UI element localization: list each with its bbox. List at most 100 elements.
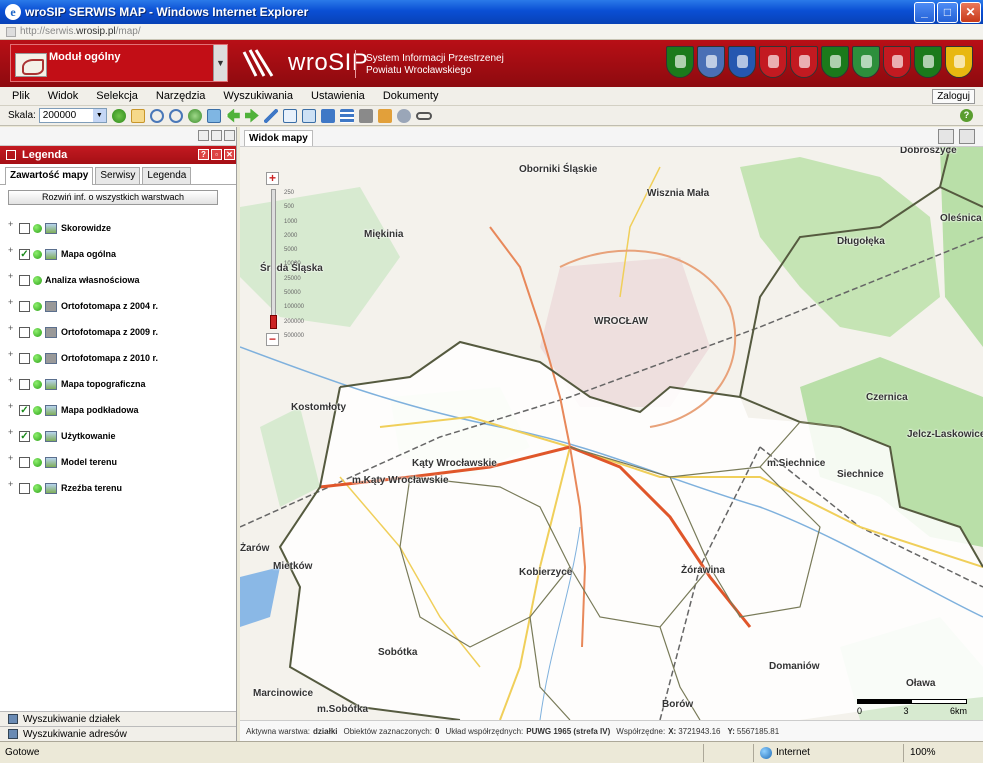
print-icon[interactable] <box>358 108 373 123</box>
layer-row[interactable]: + Skorowidze <box>0 215 236 241</box>
info-tool-icon[interactable] <box>111 108 126 123</box>
map-canvas[interactable]: Dobroszyce Oborniki Śląskie Wisznia Mała… <box>240 147 983 720</box>
x-value: 3721943.16 <box>678 726 721 736</box>
zoom-slider[interactable] <box>269 189 277 329</box>
help-icon[interactable]: ? <box>960 109 973 122</box>
layer-checkbox[interactable] <box>19 326 30 338</box>
menu-narzedzia[interactable]: Narzędzia <box>156 90 206 102</box>
expand-icon[interactable]: + <box>8 246 16 255</box>
minimize-button[interactable]: _ <box>914 1 935 23</box>
expand-icon[interactable]: + <box>8 454 16 463</box>
module-selector[interactable]: Moduł ogólny ▼ <box>10 44 228 82</box>
table-icon[interactable] <box>339 108 354 123</box>
expand-icon[interactable]: + <box>8 428 16 437</box>
select-rectangle-icon[interactable] <box>282 108 297 123</box>
tab-widok-mapy[interactable]: Widok mapy <box>244 130 313 146</box>
layer-status-icon <box>33 379 42 389</box>
zoom-window-icon[interactable] <box>206 108 221 123</box>
tab-serwisy[interactable]: Serwisy <box>95 167 141 184</box>
layer-row[interactable]: + ✓ Użytkowanie <box>0 423 236 449</box>
layer-row[interactable]: + ✓ Mapa podkładowa <box>0 397 236 423</box>
layer-checkbox[interactable] <box>19 456 30 468</box>
layer-checkbox[interactable] <box>19 352 30 364</box>
layer-checkbox[interactable] <box>19 378 30 390</box>
expand-icon[interactable]: + <box>8 376 16 385</box>
zoom-scale-label: 500000 <box>284 332 305 339</box>
tab-legenda[interactable]: Legenda <box>142 167 192 184</box>
browser-status-bar: Gotowe Internet 100% <box>0 741 983 763</box>
help-icon[interactable]: ? <box>198 149 209 160</box>
menu-selekcja[interactable]: Selekcja <box>96 90 138 102</box>
layer-row[interactable]: + ✓ Mapa ogólna <box>0 241 236 267</box>
x-label: X: <box>668 726 677 736</box>
chevron-down-icon[interactable]: ▼ <box>213 45 227 81</box>
expand-all-layers-button[interactable]: Rozwiń inf. o wszystkich warstwach <box>8 190 218 205</box>
expand-icon[interactable]: + <box>8 220 16 229</box>
layer-row[interactable]: + Rzeźba terenu <box>0 475 236 501</box>
address-search-panel[interactable]: Wyszukiwanie adresów <box>0 726 236 741</box>
place-label: Oleśnica <box>940 213 982 224</box>
expand-icon[interactable]: + <box>8 272 16 281</box>
layer-checkbox[interactable]: ✓ <box>19 430 30 442</box>
close-button[interactable]: ✕ <box>960 1 981 23</box>
zoom-scale-labels: 250 500 1000 2000 5000 10000 25000 50000 100000 2… <box>284 186 304 343</box>
login-button[interactable]: Zaloguj <box>932 89 975 104</box>
municipality-crests <box>666 46 973 78</box>
zoom-in-icon[interactable] <box>149 108 164 123</box>
forward-arrow-icon[interactable] <box>244 108 259 123</box>
measure-icon[interactable] <box>263 108 278 123</box>
layer-row[interactable]: + Mapa topograficzna <box>0 371 236 397</box>
layer-checkbox[interactable] <box>19 274 30 286</box>
layer-row[interactable]: + Ortofotomapa z 2004 r. <box>0 293 236 319</box>
clear-icon[interactable] <box>396 108 411 123</box>
expand-icon[interactable]: + <box>8 298 16 307</box>
layers-icon[interactable] <box>320 108 335 123</box>
layer-checkbox[interactable] <box>19 222 30 234</box>
legend-icon[interactable] <box>377 108 392 123</box>
menu-dokumenty[interactable]: Dokumenty <box>383 90 439 102</box>
menu-ustawienia[interactable]: Ustawienia <box>311 90 365 102</box>
comment-icon[interactable] <box>938 129 954 144</box>
maximize-button[interactable]: □ <box>937 1 958 23</box>
zoom-in-button[interactable]: + <box>266 172 279 185</box>
zoom-slider-handle[interactable] <box>269 315 277 329</box>
place-label: Miękinia <box>364 229 404 240</box>
layer-checkbox[interactable]: ✓ <box>19 248 30 260</box>
layer-checkbox[interactable] <box>19 482 30 494</box>
address-bar[interactable]: http://serwis. wrosip.pl/map/ <box>0 24 983 40</box>
close-icon[interactable]: ✕ <box>224 149 235 160</box>
expand-icon[interactable]: + <box>8 402 16 411</box>
panel-close-icon[interactable] <box>224 130 235 141</box>
layer-checkbox[interactable] <box>19 300 30 312</box>
pan-tool-icon[interactable] <box>130 108 145 123</box>
search-icon[interactable] <box>959 129 975 144</box>
layer-row[interactable]: + Ortofotomapa z 2009 r. <box>0 319 236 345</box>
zoom-out-icon[interactable] <box>168 108 183 123</box>
restore-icon[interactable]: ▫ <box>211 149 222 160</box>
parcel-search-panel[interactable]: Wyszukiwanie działek <box>0 711 236 726</box>
panel-restore-icon[interactable] <box>211 130 222 141</box>
zoom-level[interactable]: 100% <box>903 743 983 762</box>
menu-wyszukiwania[interactable]: Wyszukiwania <box>223 90 293 102</box>
layer-checkbox[interactable]: ✓ <box>19 404 30 416</box>
expand-icon[interactable]: + <box>8 350 16 359</box>
expand-icon[interactable]: + <box>8 480 16 489</box>
export-icon[interactable] <box>301 108 316 123</box>
link-icon[interactable] <box>415 111 432 120</box>
scale-select[interactable]: 200000 ▼ <box>38 108 107 123</box>
tab-zawartosc-mapy[interactable]: Zawartość mapy <box>5 167 94 185</box>
menu-plik[interactable]: Plik <box>12 90 30 102</box>
layer-row[interactable]: + Analiza własnościowa <box>0 267 236 293</box>
place-label: Borów <box>662 699 694 710</box>
full-extent-icon[interactable] <box>187 108 202 123</box>
address-search-label: Wyszukiwanie adresów <box>23 728 127 740</box>
layer-row[interactable]: + Model terenu <box>0 449 236 475</box>
zoom-out-button[interactable]: − <box>266 333 279 346</box>
layer-row[interactable]: + Ortofotomapa z 2010 r. <box>0 345 236 371</box>
back-arrow-icon[interactable] <box>225 108 240 123</box>
expand-icon[interactable]: + <box>8 324 16 333</box>
panel-collapse-icon[interactable] <box>198 130 209 141</box>
place-label: Żarów <box>240 543 270 554</box>
menu-widok[interactable]: Widok <box>48 90 79 102</box>
map-layer-icon <box>45 404 57 416</box>
